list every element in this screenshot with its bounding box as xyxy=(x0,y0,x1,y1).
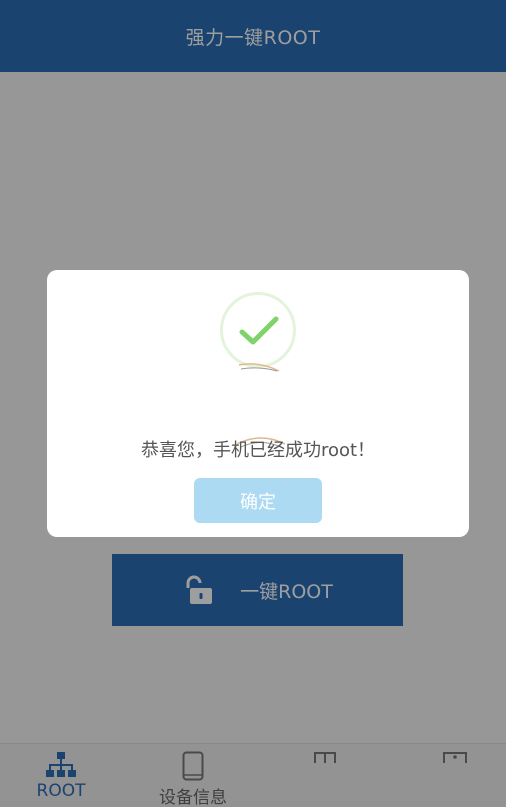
confirm-button[interactable]: 确定 xyxy=(194,478,322,523)
checkmark-icon xyxy=(239,316,279,345)
decoration-curve-icon xyxy=(238,363,280,372)
success-message: 恭喜您，手机已经成功root！ xyxy=(140,440,376,461)
app-screen: 强力一键ROOT 一键ROOT ROOT 设备信息 恭喜您，手机已经成功root… xyxy=(0,0,506,807)
success-dialog: 恭喜您，手机已经成功root！ 确定 xyxy=(47,270,469,537)
success-check-icon xyxy=(220,292,296,368)
